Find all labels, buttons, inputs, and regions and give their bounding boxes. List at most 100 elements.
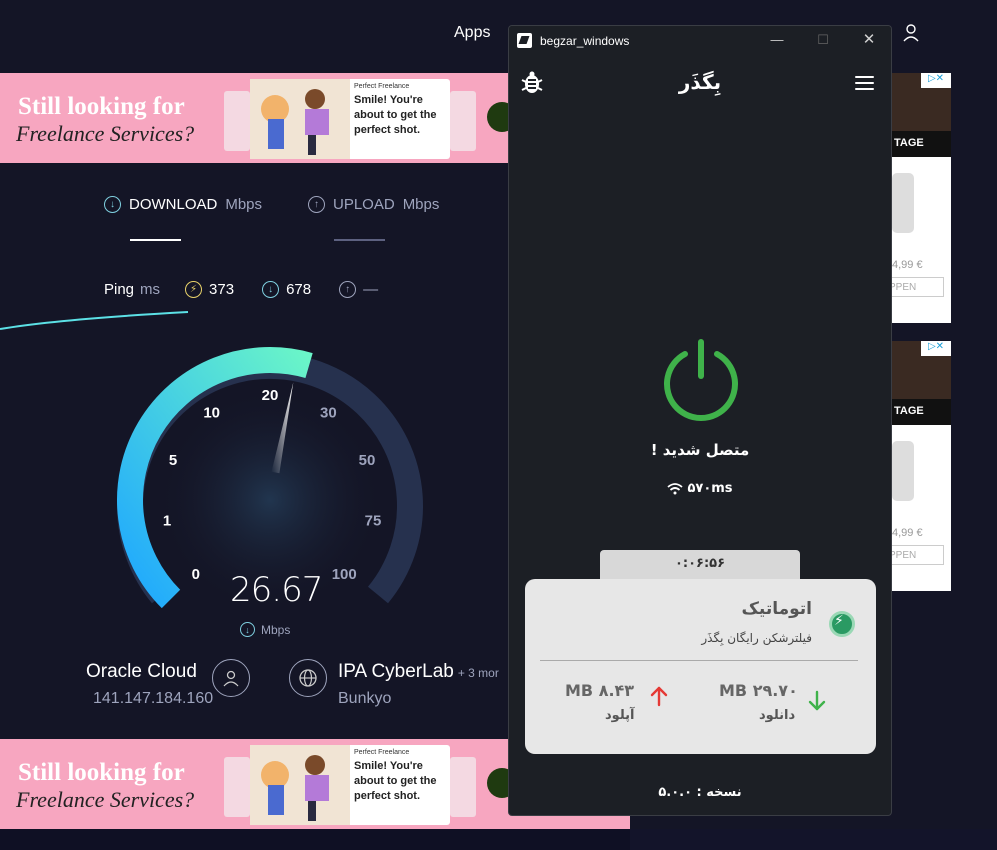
ad-subheadline: Freelance Services?	[16, 121, 195, 146]
ping-label: Ping	[104, 281, 135, 298]
ad-thumb	[224, 757, 250, 817]
tab-upload[interactable]: ↑ UPLOAD Mbps	[308, 196, 439, 213]
ad-thumb	[224, 91, 250, 151]
download-icon: ↓	[104, 196, 121, 213]
ping-value: ۵۷۰ms	[687, 481, 733, 496]
gauge-tick-label: 10	[203, 405, 220, 422]
ad-headline: Still looking for	[18, 93, 185, 120]
download-ping-value: 678	[286, 281, 312, 298]
app-title: بِگذَر	[678, 70, 722, 94]
tab-download-underline	[130, 239, 181, 241]
ad-card-brand: Perfect Freelance	[354, 83, 410, 90]
download-arrow-icon	[808, 690, 826, 711]
ad-banner-top[interactable]: Still looking for Freelance Services? Pe…	[0, 73, 508, 163]
ad-dot	[487, 102, 508, 132]
ping-unit: ms	[140, 281, 161, 298]
globe-icon[interactable]	[289, 659, 327, 697]
ping-display: ۵۷۰ms	[509, 481, 891, 496]
apps-link[interactable]: Apps	[454, 24, 490, 42]
user-icon[interactable]	[903, 24, 919, 42]
ad-headline: Still looking for	[18, 759, 185, 786]
side-ad[interactable]: ▷✕ TAGE 4,99 € PPEN	[890, 341, 951, 591]
connection-status: متصل شدید !	[650, 441, 750, 459]
ad-subheadline: Freelance Services?	[16, 787, 195, 812]
maximize-button[interactable]: ☐	[813, 32, 833, 48]
upload-total: MB ۸.۴۳	[565, 681, 635, 700]
card-divider	[540, 660, 858, 661]
ad-card-message: Smile! You're about to get the perfect s…	[354, 94, 437, 136]
side-ad-label: TAGE	[890, 131, 951, 157]
tab-download-unit: Mbps	[225, 196, 263, 213]
ad-choices-icon[interactable]: ▷✕	[921, 341, 951, 356]
tab-download[interactable]: ↓ DOWNLOAD Mbps	[104, 196, 262, 213]
app-version: نسخه : ۵.۰.۰	[658, 785, 742, 800]
begzar-window: begzar_windows — ☐ ✕ بِگذَر متصل شدید ! …	[508, 25, 892, 816]
server-mode: اتوماتیک	[741, 599, 812, 619]
wifi-icon	[667, 482, 684, 494]
speed-unit: ↓ Mbps	[240, 622, 290, 637]
ad-thumb	[450, 91, 476, 151]
auto-server-icon	[829, 611, 855, 637]
upload-arrow-icon	[650, 686, 668, 707]
speed-unit-label: Mbps	[261, 622, 291, 637]
side-ad[interactable]: ▷✕ TAGE 4,99 € PPEN	[890, 73, 951, 323]
ad-product-image	[892, 441, 914, 501]
menu-icon[interactable]	[855, 76, 874, 90]
side-ad-button[interactable]: PPEN	[890, 277, 944, 297]
ad-illustration	[250, 745, 350, 825]
tab-upload-label: UPLOAD	[333, 196, 395, 213]
window-title: begzar_windows	[540, 33, 630, 48]
ad-card-message: Smile! You're about to get the perfect s…	[354, 760, 437, 802]
taskbar	[0, 829, 997, 850]
download-icon: ↓	[262, 281, 280, 298]
side-ad-button[interactable]: PPEN	[890, 545, 944, 565]
app-header: بِگذَر	[509, 69, 891, 99]
server-location: Bunkyo	[338, 690, 392, 707]
tab-upload-underline	[334, 239, 385, 241]
ping-value: 373	[209, 281, 235, 298]
ad-product-image	[892, 173, 914, 233]
server-card[interactable]: اتوماتیک فیلترشکن رایگان بِگذَر MB ۲۹.۷۰…	[525, 579, 876, 754]
latency-icon: ⚡	[185, 281, 203, 298]
power-button[interactable]	[661, 338, 741, 422]
upload-ping-value: —	[363, 281, 379, 298]
ad-illustration	[250, 79, 350, 159]
ad-card-brand: Perfect Freelance	[354, 749, 410, 756]
gauge-tick-label: 0	[192, 566, 200, 583]
server-description: فیلترشکن رایگان بِگذَر	[701, 631, 812, 645]
download-total: MB ۲۹.۷۰	[719, 681, 798, 700]
side-ad-price: 4,99 €	[892, 527, 923, 539]
speed-readout: 26.67	[230, 570, 323, 610]
window-titlebar[interactable]: begzar_windows	[509, 26, 891, 55]
upload-label: آپلود	[605, 708, 635, 723]
side-ad-price: 4,99 €	[892, 259, 923, 271]
ad-card[interactable]: Perfect Freelance Smile! You're about to…	[250, 745, 450, 825]
side-ad-label: TAGE	[890, 399, 951, 425]
provider-ip: 141.147.184.160	[93, 690, 214, 707]
gauge-tick-label: 1	[163, 512, 171, 529]
ad-card[interactable]: Perfect Freelance Smile! You're about to…	[250, 79, 450, 159]
server-more[interactable]: + 3 mor	[458, 666, 499, 680]
gauge-tick-label: 5	[169, 452, 177, 469]
server-name: IPA CyberLab	[338, 661, 454, 682]
upload-icon: ↑	[339, 281, 357, 298]
app-icon	[517, 33, 532, 48]
download-icon: ↓	[240, 622, 255, 637]
download-label: دانلود	[759, 708, 796, 723]
provider-name: Oracle Cloud	[86, 661, 197, 682]
ad-choices-icon[interactable]: ▷✕	[921, 73, 951, 88]
ping-row: Ping ms ⚡ 373 ↓ 678 ↑ —	[104, 281, 406, 298]
tab-upload-unit: Mbps	[402, 196, 440, 213]
close-button[interactable]: ✕	[859, 30, 879, 48]
ad-thumb	[450, 757, 476, 817]
gauge-tick-label: 30	[320, 405, 337, 422]
gauge-tick-label: 75	[365, 512, 382, 529]
minimize-button[interactable]: —	[767, 32, 787, 47]
gauge-tick-label: 50	[359, 452, 376, 469]
upload-icon: ↑	[308, 196, 325, 213]
server-name-row[interactable]: IPA CyberLab + 3 mor	[338, 661, 499, 683]
gauge-tick-label: 100	[332, 566, 357, 583]
user-icon	[212, 659, 250, 697]
gauge-tick-label: 20	[262, 387, 279, 404]
tab-download-label: DOWNLOAD	[129, 196, 218, 213]
